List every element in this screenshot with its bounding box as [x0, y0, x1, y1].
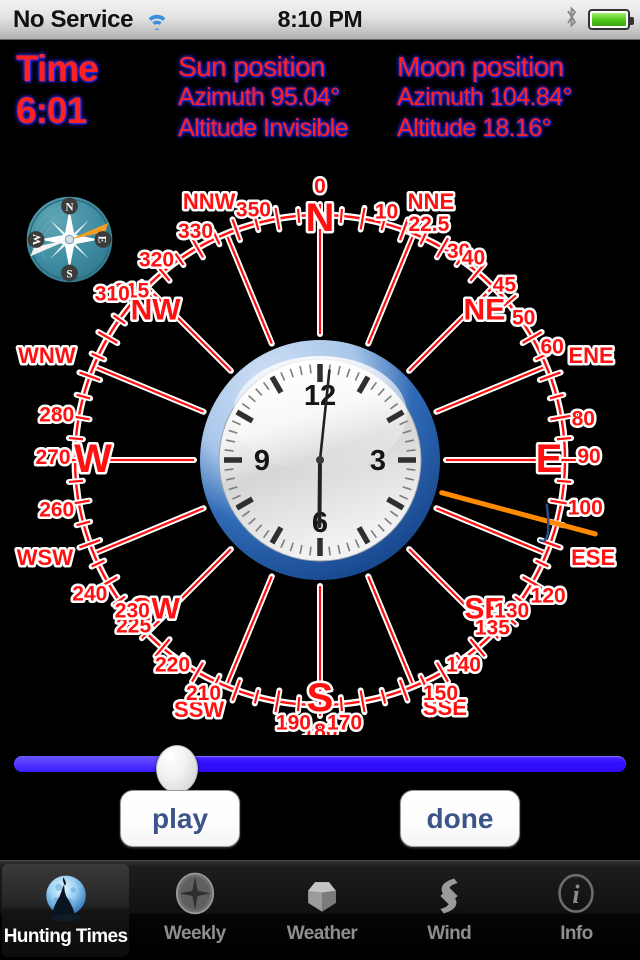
moon-azimuth-value: 104.84°	[489, 83, 572, 111]
svg-text:270: 270	[35, 446, 70, 469]
tab-label: Weather	[286, 923, 358, 944]
svg-text:50: 50	[512, 307, 535, 330]
tab-weather[interactable]: Weather	[258, 861, 385, 960]
moon-altitude-label: Altitude	[397, 114, 476, 142]
svg-text:220: 220	[155, 654, 190, 677]
play-button[interactable]: play	[120, 790, 240, 847]
svg-text:ENE: ENE	[568, 343, 613, 368]
tab-label: Hunting Times	[3, 926, 128, 947]
sun-azimuth-label: Azimuth	[178, 83, 265, 111]
svg-text:40: 40	[462, 246, 485, 269]
sun-position-block: Sun position Azimuth 95.04° Altitude Inv…	[178, 52, 348, 144]
svg-text:230: 230	[115, 599, 150, 622]
svg-text:210: 210	[186, 682, 221, 705]
svg-text:10: 10	[375, 201, 398, 224]
done-button[interactable]: done	[400, 790, 520, 847]
svg-text:350: 350	[236, 199, 271, 222]
svg-text:E: E	[536, 437, 563, 481]
svg-text:130: 130	[494, 599, 529, 622]
sun-azimuth-value: 95.04°	[270, 83, 340, 111]
svg-text:80: 80	[572, 407, 595, 430]
svg-text:W: W	[74, 437, 112, 481]
battery-icon	[588, 9, 634, 30]
svg-text:330: 330	[178, 220, 213, 243]
svg-text:NNE: NNE	[408, 189, 454, 214]
status-time: 8:10 PM	[277, 6, 363, 32]
tab-label: Wind	[427, 923, 472, 944]
moon-azimuth-row: Azimuth 104.84°	[397, 82, 572, 113]
moon-position-title: Moon position	[397, 51, 564, 82]
wolf-moon-icon	[38, 871, 94, 927]
slider-track[interactable]	[14, 756, 626, 772]
bluetooth-icon	[564, 5, 579, 34]
svg-text:WSW: WSW	[17, 545, 73, 570]
sun-position-title: Sun position	[178, 51, 326, 82]
svg-text:NE: NE	[464, 294, 506, 327]
svg-text:100: 100	[568, 497, 603, 520]
svg-text:NNW: NNW	[183, 189, 236, 214]
moon-azimuth-label: Azimuth	[397, 83, 484, 111]
svg-text:260: 260	[39, 499, 74, 522]
svg-text:280: 280	[39, 403, 74, 426]
tab-label: Weekly	[164, 923, 226, 944]
svg-text:190: 190	[276, 711, 311, 734]
astro-info-header: Time 6:01 Sun position Azimuth 95.04° Al…	[0, 40, 640, 286]
slider-thumb[interactable]	[156, 745, 198, 793]
time-label: Time	[16, 48, 99, 89]
sun-altitude-label: Altitude	[178, 114, 257, 142]
wind-swirl-icon	[421, 868, 477, 924]
svg-text:45: 45	[493, 274, 517, 297]
svg-text:320: 320	[139, 248, 174, 271]
svg-text:140: 140	[446, 654, 481, 677]
sun-altitude-value: Invisible	[262, 114, 349, 142]
svg-text:12: 12	[304, 380, 336, 412]
moon-altitude-value: 18.16°	[481, 114, 552, 142]
svg-text:310: 310	[95, 283, 130, 306]
moon-position-block: Moon position Azimuth 104.84° Altitude 1…	[397, 52, 572, 144]
svg-text:120: 120	[531, 585, 566, 608]
svg-text:170: 170	[327, 711, 362, 734]
info-icon: i	[548, 868, 604, 924]
svg-text:22.5: 22.5	[408, 213, 449, 236]
time-value: 6:01	[16, 90, 87, 131]
svg-text:240: 240	[72, 583, 107, 606]
tab-info[interactable]: i Info	[513, 861, 640, 960]
tab-label: Info	[560, 923, 593, 944]
cloud-icon	[294, 868, 350, 924]
svg-text:3: 3	[370, 445, 386, 477]
svg-text:90: 90	[577, 445, 600, 468]
svg-text:60: 60	[540, 336, 563, 359]
svg-text:i: i	[573, 880, 581, 909]
sun-azimuth-row: Azimuth 95.04°	[178, 82, 348, 113]
compass-rose-icon	[167, 868, 223, 924]
moon-altitude-row: Altitude 18.16°	[397, 113, 572, 144]
time-slider[interactable]	[0, 744, 640, 793]
svg-text:ESE: ESE	[571, 545, 615, 570]
tab-hunting-times[interactable]: Hunting Times	[2, 864, 130, 957]
svg-text:0: 0	[314, 175, 326, 198]
sun-altitude-row: Altitude Invisible	[178, 113, 348, 144]
svg-text:150: 150	[423, 682, 458, 705]
svg-text:9: 9	[254, 445, 270, 477]
svg-text:N: N	[306, 196, 335, 240]
tab-bar: Hunting Times Weekly Weather Wind i Info	[0, 860, 640, 960]
tab-weekly[interactable]: Weekly	[131, 861, 258, 960]
compass-rose[interactable]: N N E E S S W W 0 0 90 90 180 180 270 270 NE NE SE SE SW SW NW…	[0, 165, 640, 746]
status-bar: No Service 8:10 PM	[0, 0, 640, 40]
svg-text:WNW: WNW	[18, 343, 76, 368]
tab-wind[interactable]: Wind	[386, 861, 513, 960]
